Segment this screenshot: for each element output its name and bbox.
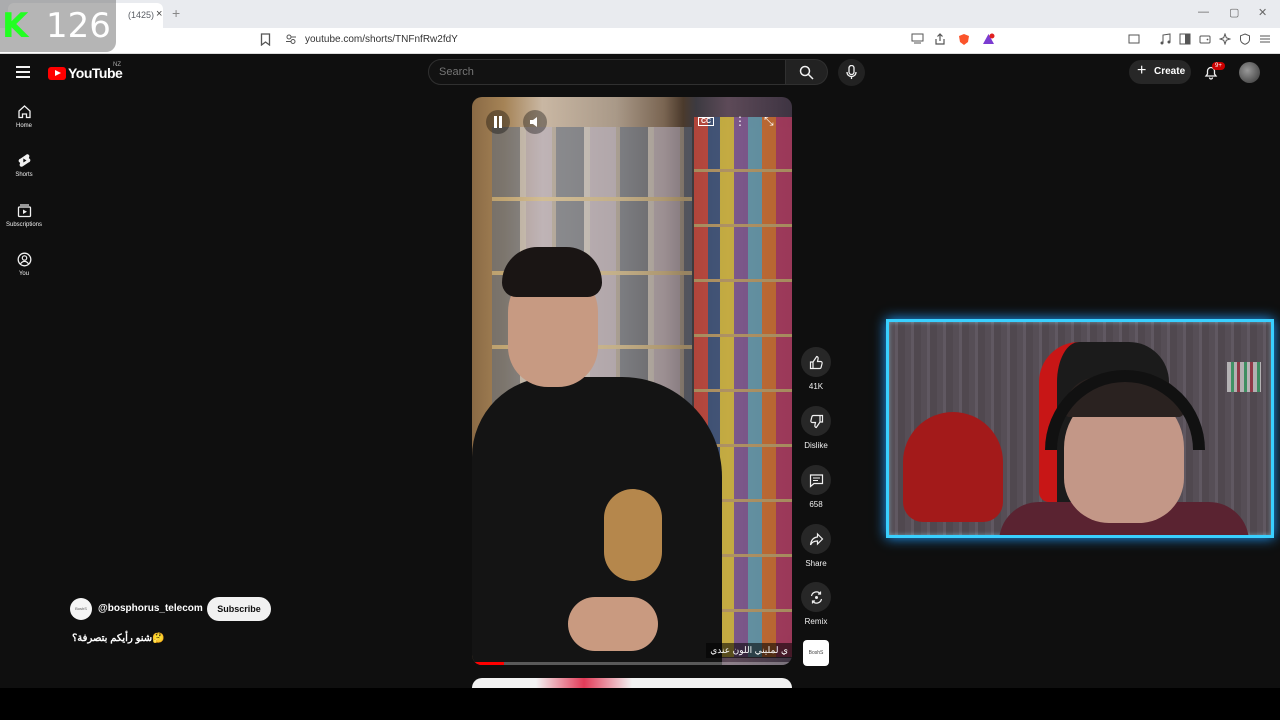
thumbs-down-icon xyxy=(809,414,823,428)
close-window-icon[interactable]: ✕ xyxy=(1258,6,1267,19)
url-field[interactable]: youtube.com/shorts/TNFnfRw2fdY xyxy=(305,34,458,45)
browser-tab-bar: (1425) × + — ▢ ✕ xyxy=(0,0,1280,28)
pause-icon xyxy=(494,116,502,128)
comments-action[interactable]: 658 xyxy=(801,465,831,509)
sidebar-label-you: You xyxy=(18,271,30,277)
video-subtitle: ي لمليني اللون عندي xyxy=(706,643,792,658)
sidebar-item-subscriptions[interactable]: Subscriptions xyxy=(0,203,48,243)
search-button[interactable] xyxy=(786,59,828,85)
video-progress-bar[interactable] xyxy=(472,662,792,665)
search-box[interactable] xyxy=(428,59,786,85)
you-icon xyxy=(17,252,31,267)
overlay-counter: 126 xyxy=(46,6,111,46)
remix-icon xyxy=(810,590,822,604)
vpn-shield-icon[interactable] xyxy=(1238,33,1252,47)
sidebar-label-home: Home xyxy=(15,123,32,129)
video-progress-fill xyxy=(472,662,504,665)
youtube-play-icon xyxy=(48,66,66,80)
comments-button[interactable] xyxy=(801,465,831,495)
site-settings-icon[interactable] xyxy=(284,33,298,47)
wallet-icon[interactable] xyxy=(1198,33,1212,47)
pause-button[interactable] xyxy=(486,110,510,134)
captions-button[interactable]: CC xyxy=(698,117,715,126)
shorts-icon xyxy=(18,154,30,167)
dislike-button[interactable] xyxy=(801,406,831,436)
tab-close-icon[interactable]: × xyxy=(156,8,162,20)
maximize-icon[interactable]: ▢ xyxy=(1229,6,1239,19)
channel-avatar[interactable]: BoshS xyxy=(70,598,92,620)
media-control-icon[interactable] xyxy=(1158,33,1172,47)
sound-thumbnail[interactable]: BoshS xyxy=(803,640,829,666)
share-label: Share xyxy=(805,559,827,568)
sidebar-item-shorts[interactable]: Shorts xyxy=(0,153,48,193)
notification-badge: 9+ xyxy=(1212,62,1225,70)
hamburger-menu-icon[interactable] xyxy=(16,66,30,78)
comment-icon xyxy=(809,473,823,488)
channel-handle[interactable]: @bosphorus_telecom xyxy=(98,603,203,614)
bookmark-icon[interactable] xyxy=(258,33,272,47)
like-button[interactable] xyxy=(801,347,831,377)
share-page-icon[interactable] xyxy=(933,33,947,47)
webcam-red-chair xyxy=(903,412,1003,522)
dislike-action[interactable]: Dislike xyxy=(801,406,831,450)
video-person-hair xyxy=(502,247,602,297)
webcam-shelf xyxy=(1227,362,1261,392)
new-tab-button[interactable]: + xyxy=(172,5,180,21)
share-action[interactable]: Share xyxy=(801,524,831,568)
volume-button[interactable] xyxy=(523,110,547,134)
share-icon xyxy=(809,532,823,545)
sidebar-label-subscriptions: Subscriptions xyxy=(5,222,43,228)
video-bag xyxy=(604,489,662,581)
youtube-logo[interactable]: YouTube xyxy=(48,65,123,81)
thumbs-up-icon xyxy=(809,355,823,369)
create-button[interactable]: + Create xyxy=(1129,60,1191,84)
overlay-logo-letter: K xyxy=(2,6,29,46)
dislike-label: Dislike xyxy=(804,441,828,450)
brave-shields-icon[interactable] xyxy=(957,33,971,47)
sidebar-item-you[interactable]: You xyxy=(0,252,48,292)
home-icon xyxy=(17,105,31,119)
cast-icon[interactable] xyxy=(910,33,924,47)
microphone-icon xyxy=(846,65,857,79)
fullscreen-icon[interactable]: ⤡ xyxy=(764,114,774,129)
create-label: Create xyxy=(1154,66,1186,77)
volume-icon xyxy=(530,117,537,127)
leo-ai-icon[interactable] xyxy=(1218,32,1232,47)
address-bar: youtube.com/shorts/TNFnfRw2fdY xyxy=(0,28,1280,54)
video-hand xyxy=(568,597,658,651)
region-code: NZ xyxy=(113,62,121,68)
more-options-icon[interactable]: ⋮ xyxy=(734,114,746,128)
like-action[interactable]: 41K xyxy=(801,347,831,391)
subscriptions-icon xyxy=(17,204,31,218)
shorts-video-player[interactable]: CC ⋮ ⤡ ي لمليني اللون عندي xyxy=(472,97,792,665)
remix-action[interactable]: Remix xyxy=(801,582,831,626)
comments-count: 658 xyxy=(809,500,823,509)
like-count: 41K xyxy=(808,382,824,391)
account-avatar[interactable] xyxy=(1239,62,1260,83)
voice-search-button[interactable] xyxy=(838,59,865,86)
search-input[interactable] xyxy=(439,66,769,78)
tab-title: (1425) xyxy=(128,10,155,20)
remix-button[interactable] xyxy=(801,582,831,612)
remix-label: Remix xyxy=(804,617,828,626)
plus-icon: + xyxy=(1137,62,1147,79)
youtube-header: YouTube NZ + Create 9+ xyxy=(0,54,1280,92)
sidebar-label-shorts: Shorts xyxy=(15,172,33,178)
brave-rewards-icon[interactable] xyxy=(981,33,995,47)
subscribe-button[interactable]: Subscribe xyxy=(207,597,271,621)
streamer-webcam-overlay xyxy=(886,319,1274,538)
share-button[interactable] xyxy=(801,524,831,554)
stream-counter-overlay: K 126 xyxy=(0,0,116,52)
video-caption: شنو رأيكم بتصرفة؟🤔 xyxy=(72,633,165,644)
browser-menu-icon[interactable] xyxy=(1258,33,1272,47)
bottom-letterbox xyxy=(0,688,1280,720)
sidebar-item-home[interactable]: Home xyxy=(0,104,48,144)
minimize-icon[interactable]: — xyxy=(1198,6,1209,18)
search-icon xyxy=(799,65,814,80)
tab-search-icon[interactable] xyxy=(1127,33,1141,47)
sidebar-toggle-icon[interactable] xyxy=(1178,33,1192,47)
